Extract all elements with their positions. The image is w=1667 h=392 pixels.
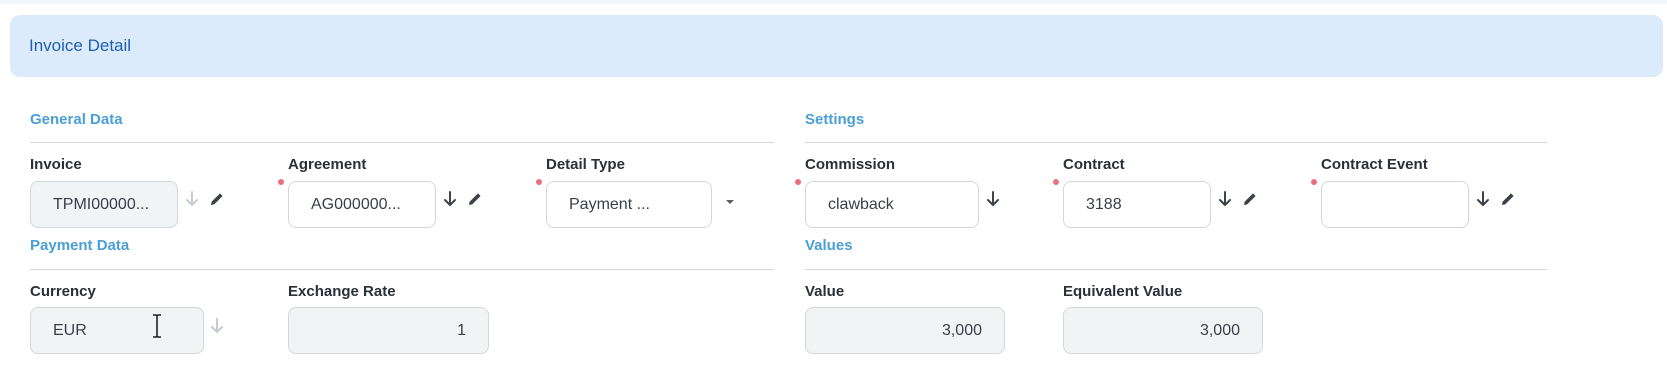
exchange-rate-label: Exchange Rate <box>288 283 396 300</box>
required-indicator <box>536 179 542 185</box>
arrow-down-icon[interactable] <box>983 189 1003 209</box>
invoice-value: TPMI00000... <box>53 195 150 213</box>
detail-type-value: Payment ... <box>569 195 650 213</box>
exchange-rate-field[interactable]: 1 <box>288 307 489 354</box>
section-divider-settings <box>805 142 1547 143</box>
commission-label: Commission <box>805 156 896 173</box>
contract-value: 3188 <box>1086 195 1122 213</box>
value-label: Value <box>805 283 845 300</box>
equivalent-value-field[interactable]: 3,000 <box>1063 307 1263 354</box>
section-title-values: Values <box>805 237 853 254</box>
agreement-field[interactable]: AG000000... <box>288 181 436 228</box>
equivalent-value-value: 3,000 <box>1199 321 1240 339</box>
agreement-value: AG000000... <box>311 195 401 213</box>
invoice-label: Invoice <box>30 156 82 173</box>
arrow-down-icon[interactable] <box>440 189 460 209</box>
detail-type-select[interactable]: Payment ... <box>546 181 712 228</box>
currency-label: Currency <box>30 283 96 300</box>
commission-value: clawback <box>828 195 894 213</box>
agreement-label: Agreement <box>288 156 367 173</box>
contract-event-field[interactable] <box>1321 181 1469 228</box>
caret-down-icon[interactable] <box>720 192 740 212</box>
detail-type-label: Detail Type <box>546 156 625 173</box>
contract-event-label: Contract Event <box>1321 156 1428 173</box>
exchange-rate-value: 1 <box>457 321 466 339</box>
arrow-down-icon[interactable] <box>1215 189 1235 209</box>
pencil-icon[interactable] <box>207 189 227 209</box>
contract-label: Contract <box>1063 156 1125 173</box>
section-title-payment-data: Payment Data <box>30 237 130 254</box>
equivalent-value-label: Equivalent Value <box>1063 283 1183 300</box>
pencil-icon[interactable] <box>1498 189 1518 209</box>
arrow-down-icon[interactable] <box>1473 189 1493 209</box>
required-indicator <box>1311 179 1317 185</box>
arrow-down-icon[interactable] <box>182 189 202 209</box>
page-title: Invoice Detail <box>29 36 132 55</box>
required-indicator <box>278 179 284 185</box>
value-field[interactable]: 3,000 <box>805 307 1005 354</box>
commission-field[interactable]: clawback <box>805 181 979 228</box>
pencil-icon[interactable] <box>465 189 485 209</box>
required-indicator <box>795 179 801 185</box>
invoice-field[interactable]: TPMI00000... <box>30 181 178 228</box>
currency-value: EUR <box>53 321 87 339</box>
required-indicator <box>1053 179 1059 185</box>
section-title-settings: Settings <box>805 111 865 128</box>
invoice-detail-header: Invoice Detail <box>10 15 1663 77</box>
section-divider-payment <box>30 269 774 270</box>
contract-field[interactable]: 3188 <box>1063 181 1211 228</box>
arrow-down-icon[interactable] <box>207 316 227 336</box>
section-title-general-data: General Data <box>30 111 123 128</box>
currency-field[interactable]: EUR <box>30 307 204 354</box>
text-cursor-icon <box>151 313 163 344</box>
pencil-icon[interactable] <box>1240 189 1260 209</box>
section-divider-general <box>30 142 774 143</box>
value-value: 3,000 <box>941 321 982 339</box>
section-divider-values <box>805 269 1547 270</box>
top-strip <box>0 0 1667 4</box>
